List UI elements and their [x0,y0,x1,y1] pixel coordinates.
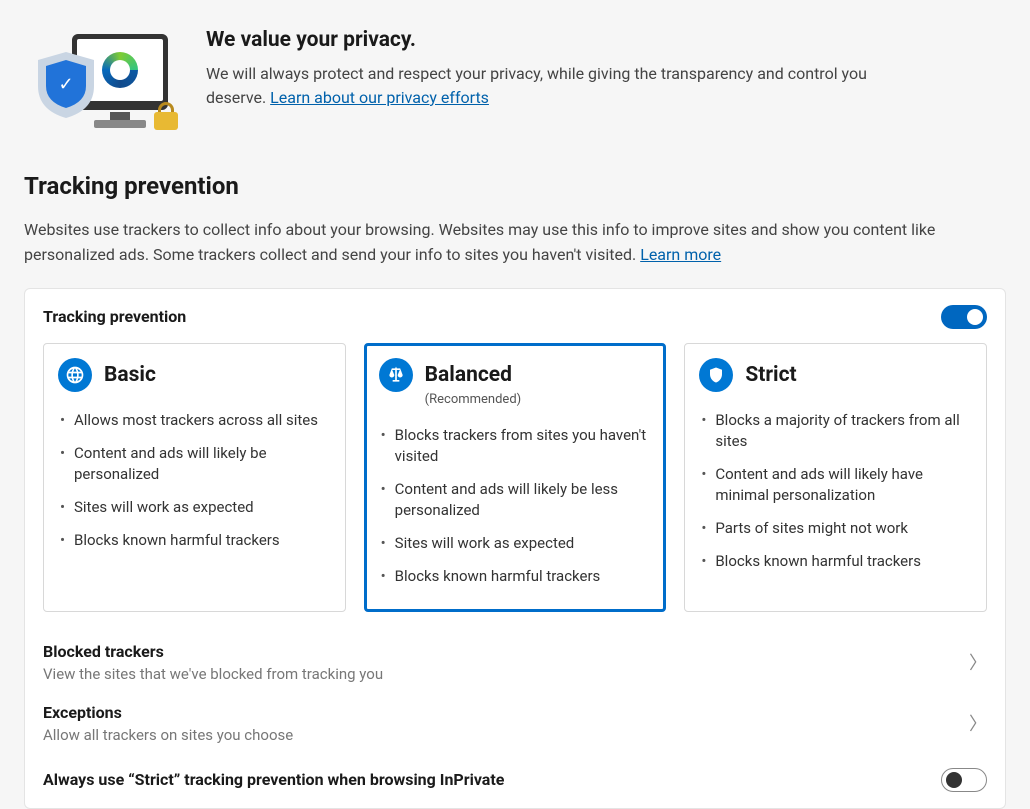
option-basic-title: Basic [104,363,156,387]
blocked-trackers-title: Blocked trackers [43,642,383,661]
strict-inprivate-label: Always use “Strict” tracking prevention … [43,770,504,789]
list-item: Allows most trackers across all sites [58,404,331,437]
list-item: Content and ads will likely have minimal… [699,458,972,512]
section-title: Tracking prevention [24,172,1006,200]
card-title: Tracking prevention [43,307,186,326]
list-item: Sites will work as expected [58,491,331,524]
list-item: Blocks known harmful trackers [699,545,972,578]
list-item: Blocks known harmful trackers [379,560,652,593]
blocked-trackers-desc: View the sites that we've blocked from t… [43,665,383,683]
list-item: Sites will work as expected [379,527,652,560]
option-balanced[interactable]: Balanced (Recommended) Blocks trackers f… [364,343,667,612]
shield-icon [699,358,733,392]
blocked-trackers-row[interactable]: Blocked trackers View the sites that we'… [43,632,987,693]
learn-more-link[interactable]: Learn more [640,245,721,264]
edge-logo-icon [102,52,138,88]
list-item: Content and ads will likely be less pers… [379,473,652,527]
privacy-illustration: ✓ [24,28,174,128]
banner-title: We value your privacy. [206,28,926,52]
tracking-prevention-toggle[interactable] [941,305,987,329]
option-strict-title: Strict [745,363,796,387]
privacy-banner: ✓ We value your privacy. We will always … [24,20,1006,136]
option-strict-bullets: Blocks a majority of trackers from all s… [699,404,972,578]
option-balanced-bullets: Blocks trackers from sites you haven't v… [379,419,652,593]
option-basic[interactable]: Basic Allows most trackers across all si… [43,343,346,612]
list-item: Blocks known harmful trackers [58,524,331,557]
chevron-right-icon: 〉 [969,710,987,736]
tracking-level-options: Basic Allows most trackers across all si… [43,343,987,612]
exceptions-row[interactable]: Exceptions Allow all trackers on sites y… [43,693,987,754]
earth-icon [58,358,92,392]
option-basic-bullets: Allows most trackers across all sites Co… [58,404,331,557]
section-description: Websites use trackers to collect info ab… [24,218,1006,268]
privacy-efforts-link[interactable]: Learn about our privacy efforts [270,88,489,107]
list-item: Blocks trackers from sites you haven't v… [379,419,652,473]
exceptions-title: Exceptions [43,703,293,722]
option-strict[interactable]: Strict Blocks a majority of trackers fro… [684,343,987,612]
tracking-prevention-card: Tracking prevention Basic Allows most tr… [24,288,1006,809]
list-item: Content and ads will likely be personali… [58,437,331,491]
option-balanced-subtitle: (Recommended) [425,392,652,407]
lock-icon [154,102,178,130]
banner-description: We will always protect and respect your … [206,62,926,110]
chevron-right-icon: 〉 [969,649,987,675]
strict-inprivate-row: Always use “Strict” tracking prevention … [43,754,987,798]
list-item: Parts of sites might not work [699,512,972,545]
strict-inprivate-toggle[interactable] [941,768,987,792]
balance-scale-icon [379,358,413,392]
option-balanced-title: Balanced [425,363,512,387]
list-item: Blocks a majority of trackers from all s… [699,404,972,458]
exceptions-desc: Allow all trackers on sites you choose [43,726,293,744]
